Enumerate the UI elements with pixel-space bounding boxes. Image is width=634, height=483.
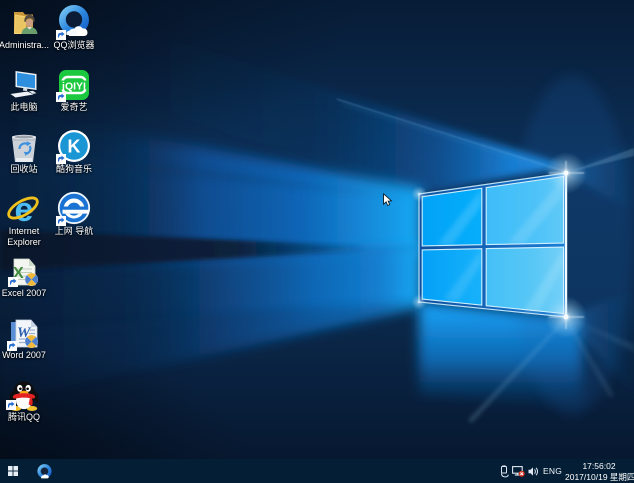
svg-text:iQIYI: iQIYI bbox=[62, 81, 86, 93]
svg-text:K: K bbox=[68, 137, 81, 157]
